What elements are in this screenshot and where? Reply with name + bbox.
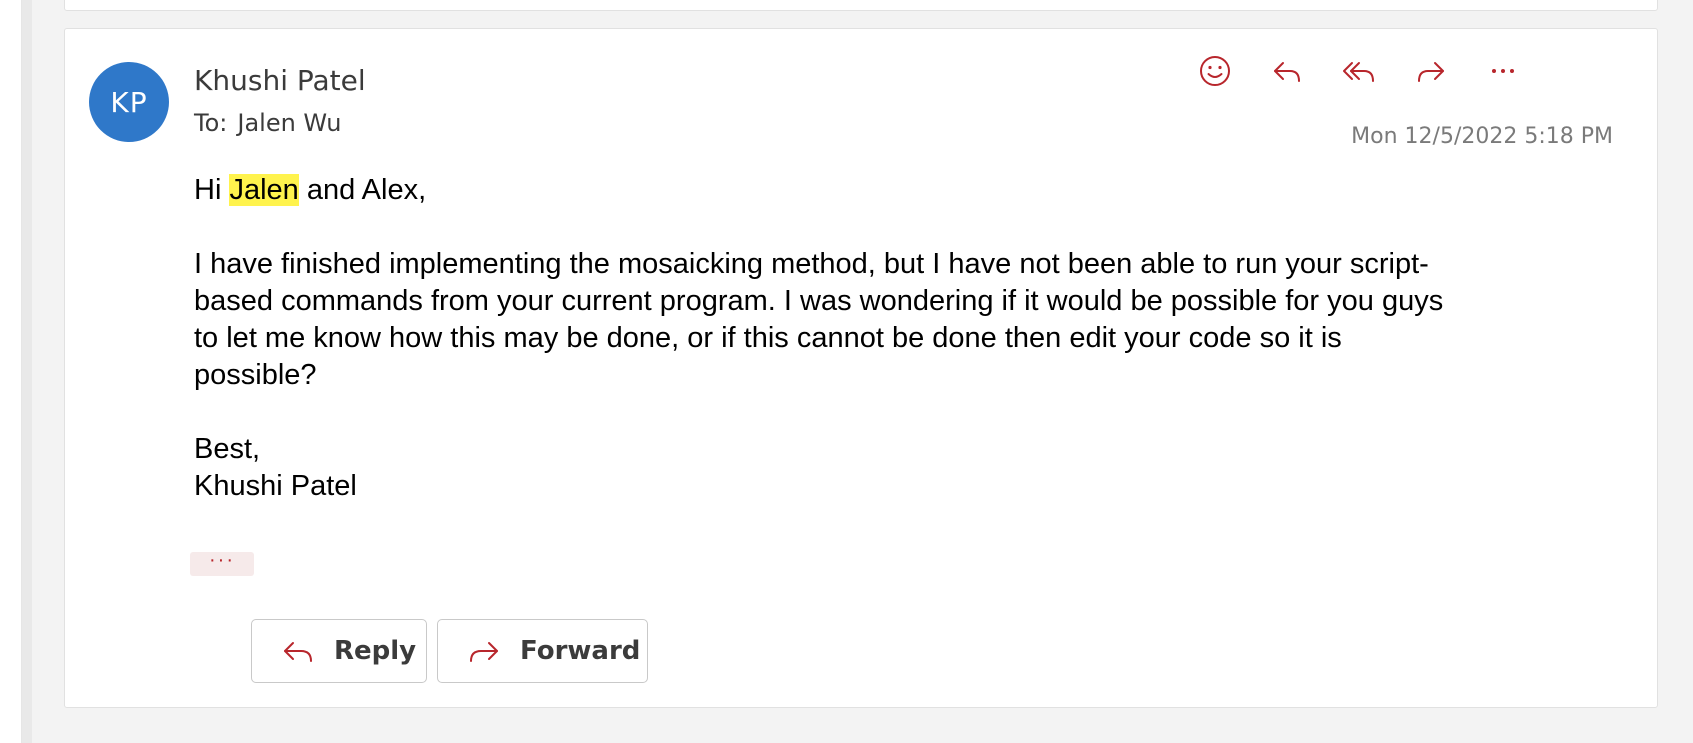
- recipients-line: To: Jalen Wu: [194, 109, 342, 137]
- forward-label: Forward: [520, 636, 641, 666]
- forward-icon: [1418, 62, 1444, 82]
- greeting-prefix: Hi: [194, 174, 230, 206]
- reply-icon: [1274, 62, 1300, 82]
- avatar[interactable]: KP: [89, 62, 169, 142]
- more-icon: [1492, 69, 1514, 73]
- message-body: Hi Jalen and Alex, I have finished imple…: [194, 172, 1554, 505]
- left-rail-strip: [22, 0, 32, 743]
- recipient-name[interactable]: Jalen Wu: [237, 109, 341, 137]
- forward-footer-button[interactable]: Forward: [437, 619, 648, 683]
- reply-label: Reply: [334, 636, 417, 666]
- reply-all-button[interactable]: [1337, 49, 1381, 93]
- sender-name[interactable]: Khushi Patel: [194, 64, 366, 97]
- react-button[interactable]: [1193, 49, 1237, 93]
- reply-button[interactable]: [1265, 49, 1309, 93]
- smile-icon: [1200, 56, 1230, 86]
- reply-icon: [278, 631, 318, 671]
- signature-line: Khushi Patel: [194, 470, 357, 502]
- message-actions: [1193, 49, 1525, 93]
- highlighted-name: Jalen: [229, 174, 299, 206]
- avatar-initials: KP: [110, 85, 148, 119]
- show-quoted-text-button[interactable]: ···: [190, 550, 254, 576]
- body-line-1: I have finished implementing the mosaick…: [194, 248, 1429, 280]
- forward-button[interactable]: [1409, 49, 1453, 93]
- to-label: To:: [194, 109, 228, 137]
- greeting-line: Hi Jalen and Alex,: [194, 172, 1554, 209]
- signoff-line: Best,: [194, 433, 261, 465]
- reply-all-icon: [1343, 62, 1374, 82]
- more-actions-button[interactable]: [1481, 49, 1525, 93]
- forward-icon: [464, 631, 504, 671]
- message-card: KP Khushi Patel To: Jalen Wu Mon 12/5/20…: [64, 28, 1658, 708]
- body-line-2: based commands from your current program…: [194, 285, 1444, 317]
- body-line-4: possible?: [194, 359, 317, 391]
- left-rail: [0, 0, 22, 743]
- greeting-suffix: and Alex,: [298, 174, 427, 206]
- previous-message-card[interactable]: [64, 0, 1658, 11]
- message-timestamp: Mon 12/5/2022 5:18 PM: [1351, 124, 1613, 149]
- body-line-3: to let me know how this may be done, or …: [194, 322, 1342, 354]
- reply-footer-button[interactable]: Reply: [251, 619, 427, 683]
